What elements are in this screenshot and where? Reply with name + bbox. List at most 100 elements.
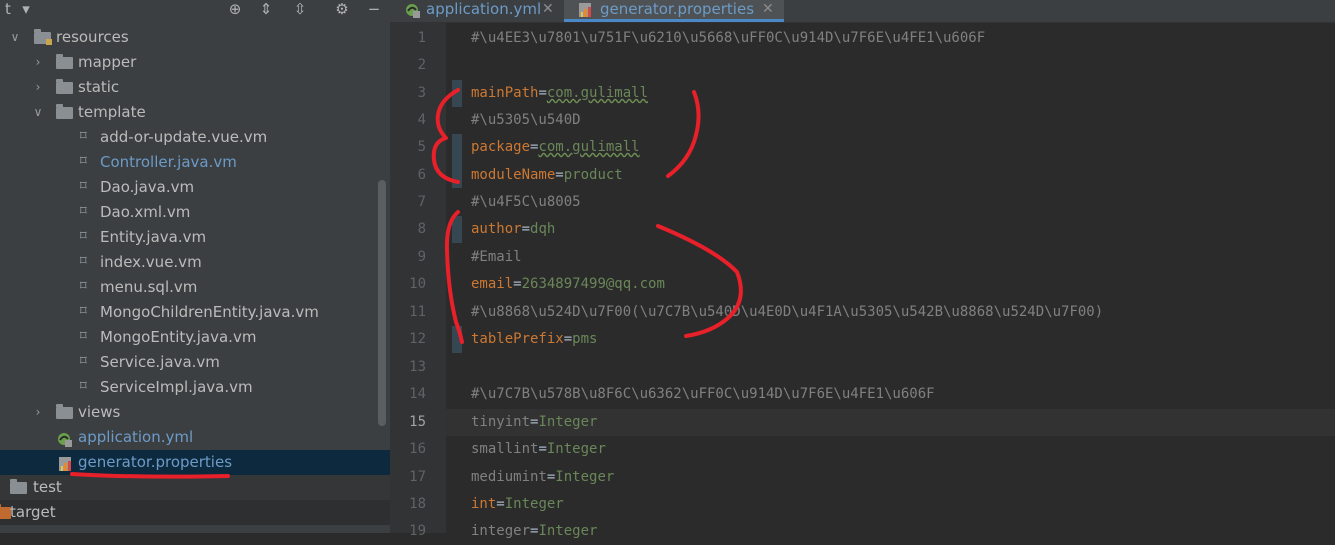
line-number: 1	[417, 30, 426, 46]
code-line: #\u4EE3\u7801\u751F\u6210\u5668\uFF0C\u9…	[471, 25, 985, 52]
chevron-down-icon[interactable]: ∨	[9, 25, 21, 50]
tree-item-file[interactable]: ⌑ Entity.java.vm	[0, 225, 390, 250]
tree-item-file[interactable]: ⌑ MongoChildrenEntity.java.vm	[0, 300, 390, 325]
line-number: 8	[417, 221, 426, 237]
velocity-file-icon: ⌑	[80, 204, 87, 219]
property-key: tinyint	[471, 414, 531, 430]
collapse-all-icon[interactable]: ⇳	[290, 0, 310, 18]
tree-item-static[interactable]: › static	[0, 75, 390, 100]
tab-generator-properties[interactable]: generator.properties ✕	[564, 0, 784, 22]
folder-icon	[10, 479, 27, 494]
property-value: Integer	[538, 414, 598, 430]
tree-item-label: Service.java.vm	[100, 353, 220, 371]
project-toolbar: t ▾ ⊕ ⇕ ⇳ ⚙ −	[0, 0, 390, 22]
code-line: integer=Integer	[471, 523, 598, 539]
property-key: package	[471, 139, 531, 155]
code-line: author=dqh	[471, 221, 556, 237]
tree-item-file[interactable]: ⌑ ServiceImpl.java.vm	[0, 375, 390, 400]
tree-item-label: template	[78, 103, 146, 121]
line-number: 16	[409, 441, 426, 457]
tree-item-resources[interactable]: ∨ resources	[0, 25, 390, 50]
tree-item-file[interactable]: ⌑ MongoEntity.java.vm	[0, 325, 390, 350]
tree-item-file[interactable]: ⌑ Service.java.vm	[0, 350, 390, 375]
code-line: mediumint=Integer	[471, 469, 615, 485]
tree-item-label: Controller.java.vm	[100, 153, 237, 171]
tab-label: application.yml	[426, 0, 542, 18]
tree-item-generator-properties[interactable]: generator.properties	[0, 450, 390, 475]
tree-item-template[interactable]: ∨ template	[0, 100, 390, 125]
tree-item-label: test	[33, 478, 62, 496]
tree-item-views[interactable]: › views	[0, 400, 390, 425]
tab-label: generator.properties	[600, 0, 755, 18]
tree-item-target[interactable]: target	[0, 500, 390, 525]
chevron-down-icon[interactable]: ∨	[32, 100, 44, 125]
code-line: #\u4F5C\u8005	[471, 189, 581, 216]
line-number: 19	[409, 523, 426, 539]
tree-item-file[interactable]: ⌑ Controller.java.vm	[0, 150, 390, 175]
property-value: 2634897499@qq.com	[521, 276, 665, 292]
line-number: 10	[409, 276, 426, 292]
properties-file-icon	[58, 455, 74, 471]
line-number: 5	[417, 139, 426, 155]
property-value: dqh	[530, 221, 556, 237]
line-number: 4	[417, 112, 426, 128]
chevron-down-icon[interactable]: ▾	[16, 0, 36, 18]
tree-item-label: Entity.java.vm	[100, 228, 207, 246]
line-number: 7	[417, 194, 426, 210]
property-value: Integer	[555, 469, 615, 485]
tree-item-file[interactable]: ⌑ menu.sql.vm	[0, 275, 390, 300]
change-marker	[452, 134, 462, 188]
comment-text: #\u8868\u524D\u7F00(\u7C7B\u540D\u4E0D\u…	[471, 304, 1104, 320]
velocity-file-icon: ⌑	[80, 179, 87, 194]
tree-item-application-yml[interactable]: application.yml	[0, 425, 390, 450]
line-number: 15	[409, 414, 426, 430]
change-marker	[452, 326, 462, 353]
tree-item-file[interactable]: ⌑ Dao.java.vm	[0, 175, 390, 200]
property-key: moduleName	[471, 167, 556, 183]
yaml-file-icon	[56, 430, 72, 447]
velocity-file-icon: ⌑	[80, 329, 87, 344]
velocity-file-icon: ⌑	[80, 379, 87, 394]
tree-item-label: Dao.xml.vm	[100, 203, 191, 221]
comment-text: #\u4EE3\u7801\u751F\u6210\u5668\uFF0C\u9…	[471, 30, 986, 46]
tree-item-label: static	[78, 78, 120, 96]
comment-text: #Email	[471, 249, 522, 265]
line-number: 17	[409, 469, 426, 485]
chevron-right-icon[interactable]: ›	[32, 50, 44, 75]
property-value: Integer	[504, 496, 564, 512]
line-number: 6	[417, 167, 426, 183]
tree-item-file[interactable]: ⌑ index.vue.vm	[0, 250, 390, 275]
line-number: 3	[417, 85, 426, 101]
tree-item-mapper[interactable]: › mapper	[0, 50, 390, 75]
project-scrollbar[interactable]	[378, 180, 386, 426]
chevron-right-icon[interactable]: ›	[32, 400, 44, 425]
tree-item-label: MongoEntity.java.vm	[100, 328, 257, 346]
folder-icon	[56, 54, 73, 69]
tree-item-label: Dao.java.vm	[100, 178, 195, 196]
property-value: com.gulimall	[538, 139, 640, 155]
tree-item-file[interactable]: ⌑ add-or-update.vue.vm	[0, 125, 390, 150]
velocity-file-icon: ⌑	[80, 154, 87, 169]
close-icon[interactable]: ✕	[762, 0, 774, 18]
line-number: 13	[409, 359, 426, 375]
expand-all-icon[interactable]: ⇕	[256, 0, 276, 18]
tree-item-label: menu.sql.vm	[100, 278, 198, 296]
code-line: package=com.gulimall	[471, 139, 640, 155]
yaml-file-icon	[404, 2, 420, 18]
folder-icon	[56, 404, 73, 419]
close-icon[interactable]: ✕	[542, 0, 554, 18]
property-key: smallint	[471, 441, 539, 457]
tree-item-file[interactable]: ⌑ Dao.xml.vm	[0, 200, 390, 225]
property-key: mediumint	[471, 469, 547, 485]
line-number: 11	[409, 304, 426, 320]
gear-icon[interactable]: ⚙	[332, 0, 352, 18]
minimize-icon[interactable]: −	[364, 0, 384, 18]
tree-item-label: index.vue.vm	[100, 253, 202, 271]
change-marker	[452, 216, 462, 243]
tab-application-yml[interactable]: application.yml ✕	[390, 0, 562, 22]
tree-item-test[interactable]: test	[0, 475, 390, 500]
locate-file-icon[interactable]: ⊕	[225, 0, 245, 18]
code-line: #Email	[471, 244, 522, 271]
chevron-right-icon[interactable]: ›	[32, 75, 44, 100]
comment-text: #\u7C7B\u578B\u8F6C\u6362\uFF0C\u914D\u7…	[471, 386, 935, 402]
